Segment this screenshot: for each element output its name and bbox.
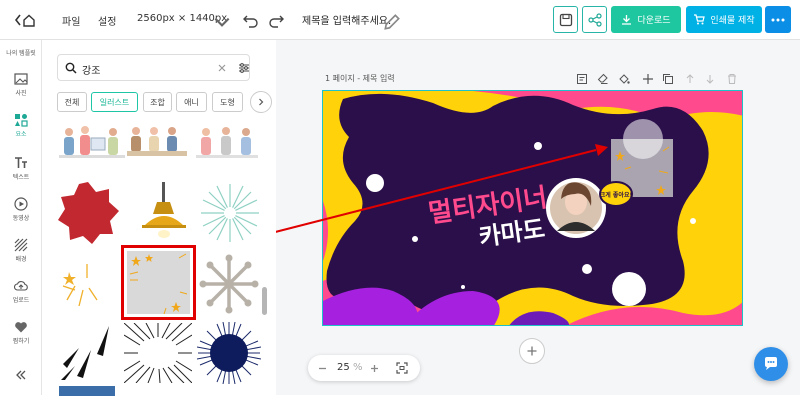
sidebar-item-my-templates[interactable]: 나의 템플릿 — [0, 48, 42, 57]
more-options-button[interactable] — [765, 6, 791, 33]
sidebar-item-label: 동영상 — [12, 215, 30, 222]
sidebar-item-elements[interactable]: 요소 — [0, 113, 42, 138]
zoom-in-icon[interactable] — [370, 364, 379, 373]
sidebar-item-label: 배경 — [15, 256, 27, 263]
print-order-button[interactable]: 인쇄물 제작 — [686, 6, 762, 33]
search-value: 강조 — [82, 66, 101, 77]
sidebar-item-text[interactable]: 텍스트 — [0, 156, 42, 181]
sidebar-rail: 나의 템플릿 사진 요소 텍스트 동영상 배경 업로드 찜하기 — [0, 40, 42, 395]
double-chevron-left-icon — [16, 370, 26, 380]
sidebar-item-photos[interactable]: 사진 — [0, 72, 42, 97]
home-button[interactable] — [10, 10, 40, 30]
heart-icon — [15, 322, 27, 333]
sidebar-item-label: 나의 템플릿 — [6, 50, 36, 57]
chevron-right-icon — [259, 98, 264, 106]
zoom-value[interactable]: 25 — [337, 362, 350, 373]
download-button[interactable]: 다운로드 — [611, 6, 681, 33]
search-icon — [65, 62, 77, 74]
red-badge-shape-thumbnail[interactable] — [55, 180, 121, 246]
plus-icon — [527, 346, 537, 356]
filter-chip-shape[interactable]: 도형 — [212, 92, 243, 112]
chips-next-button[interactable] — [250, 91, 272, 113]
sidebar-item-video[interactable]: 동영상 — [0, 197, 42, 222]
search-input[interactable]: 강조 — [57, 54, 250, 81]
sidebar-item-label: 업로드 — [12, 297, 30, 304]
image-icon — [14, 73, 28, 85]
sidebar-item-upload[interactable]: 업로드 — [0, 279, 42, 304]
share-icon — [587, 12, 602, 27]
upload-icon — [14, 281, 28, 291]
text-icon — [15, 157, 27, 168]
filter-chip-illustration[interactable]: 일러스트 — [91, 92, 138, 112]
chevron-left-icon — [15, 14, 35, 27]
print-order-label: 인쇄물 제작 — [710, 16, 755, 26]
zoom-unit: % — [353, 362, 363, 373]
redo-icon[interactable] — [266, 10, 286, 30]
collapse-panel-button[interactable] — [0, 368, 42, 384]
sidebar-item-label: 텍스트 — [12, 174, 30, 181]
sidebar-item-label: 요소 — [15, 131, 27, 138]
people-illustration-thumbnail[interactable] — [57, 122, 127, 164]
zoom-control: 25 % — [308, 355, 420, 381]
chevron-down-icon[interactable] — [212, 12, 232, 32]
document-title[interactable]: 제목을 입력해주세요. — [302, 12, 391, 27]
undo-icon[interactable] — [241, 10, 261, 30]
teal-burst-thumbnail[interactable] — [197, 180, 263, 246]
filter-chip-all[interactable]: 전체 — [57, 92, 87, 112]
zoom-out-icon[interactable] — [318, 364, 327, 373]
cart-icon — [694, 14, 706, 25]
filter-chip-combination[interactable]: 조합 — [143, 92, 172, 112]
meeting-illustration-thumbnail[interactable] — [124, 122, 190, 164]
pencil-icon[interactable] — [382, 12, 402, 32]
download-icon — [622, 15, 632, 25]
team-illustration-thumbnail[interactable] — [192, 122, 262, 164]
sidebar-item-background[interactable]: 배경 — [0, 238, 42, 263]
background-icon — [14, 238, 28, 252]
elements-panel: 강조 전체 일러스트 조합 애니 도형 — [42, 40, 276, 396]
hanging-lamp-thumbnail[interactable] — [132, 180, 196, 248]
navy-burst-thumbnail[interactable] — [197, 322, 261, 384]
add-page-button[interactable] — [519, 338, 545, 364]
black-strokes-thumbnail[interactable] — [57, 320, 117, 380]
canvas-area: 1 페이지 - 제목 입력 멀티자이너 카마도 크게 좋아요! 25 % — [276, 40, 800, 395]
elements-icon — [15, 114, 28, 127]
sidebar-item-label: 사진 — [15, 90, 27, 97]
video-icon — [14, 197, 28, 211]
share-button[interactable] — [582, 6, 607, 33]
yellow-sparkle-thumbnail[interactable] — [57, 250, 117, 310]
chat-support-button[interactable] — [754, 347, 788, 381]
settings-menu[interactable]: 설정 — [98, 13, 116, 28]
panel-scrollbar[interactable] — [262, 287, 267, 315]
speed-lines-frame-thumbnail[interactable] — [124, 323, 192, 383]
fit-screen-icon[interactable] — [396, 362, 408, 374]
sidebar-item-favorites[interactable]: 찜하기 — [0, 320, 42, 345]
selected-element-thumbnail[interactable] — [121, 245, 196, 320]
save-button[interactable] — [553, 6, 578, 33]
download-label: 다운로드 — [637, 16, 671, 26]
file-menu[interactable]: 파일 — [62, 13, 80, 28]
beige-starburst-thumbnail[interactable] — [199, 254, 259, 314]
save-icon — [559, 13, 572, 26]
sidebar-item-label: 찜하기 — [12, 338, 30, 345]
more-icon — [771, 18, 785, 21]
chat-icon — [765, 357, 777, 370]
top-toolbar: 파일 설정 2560px × 1440px 제목을 입력해주세요. 다운로드 인… — [0, 0, 800, 40]
grey-sparkle-frame-thumbnail — [127, 251, 190, 315]
filter-icon[interactable] — [238, 62, 250, 74]
clear-icon[interactable] — [217, 63, 227, 73]
filter-chip-animation[interactable]: 애니 — [176, 92, 207, 112]
